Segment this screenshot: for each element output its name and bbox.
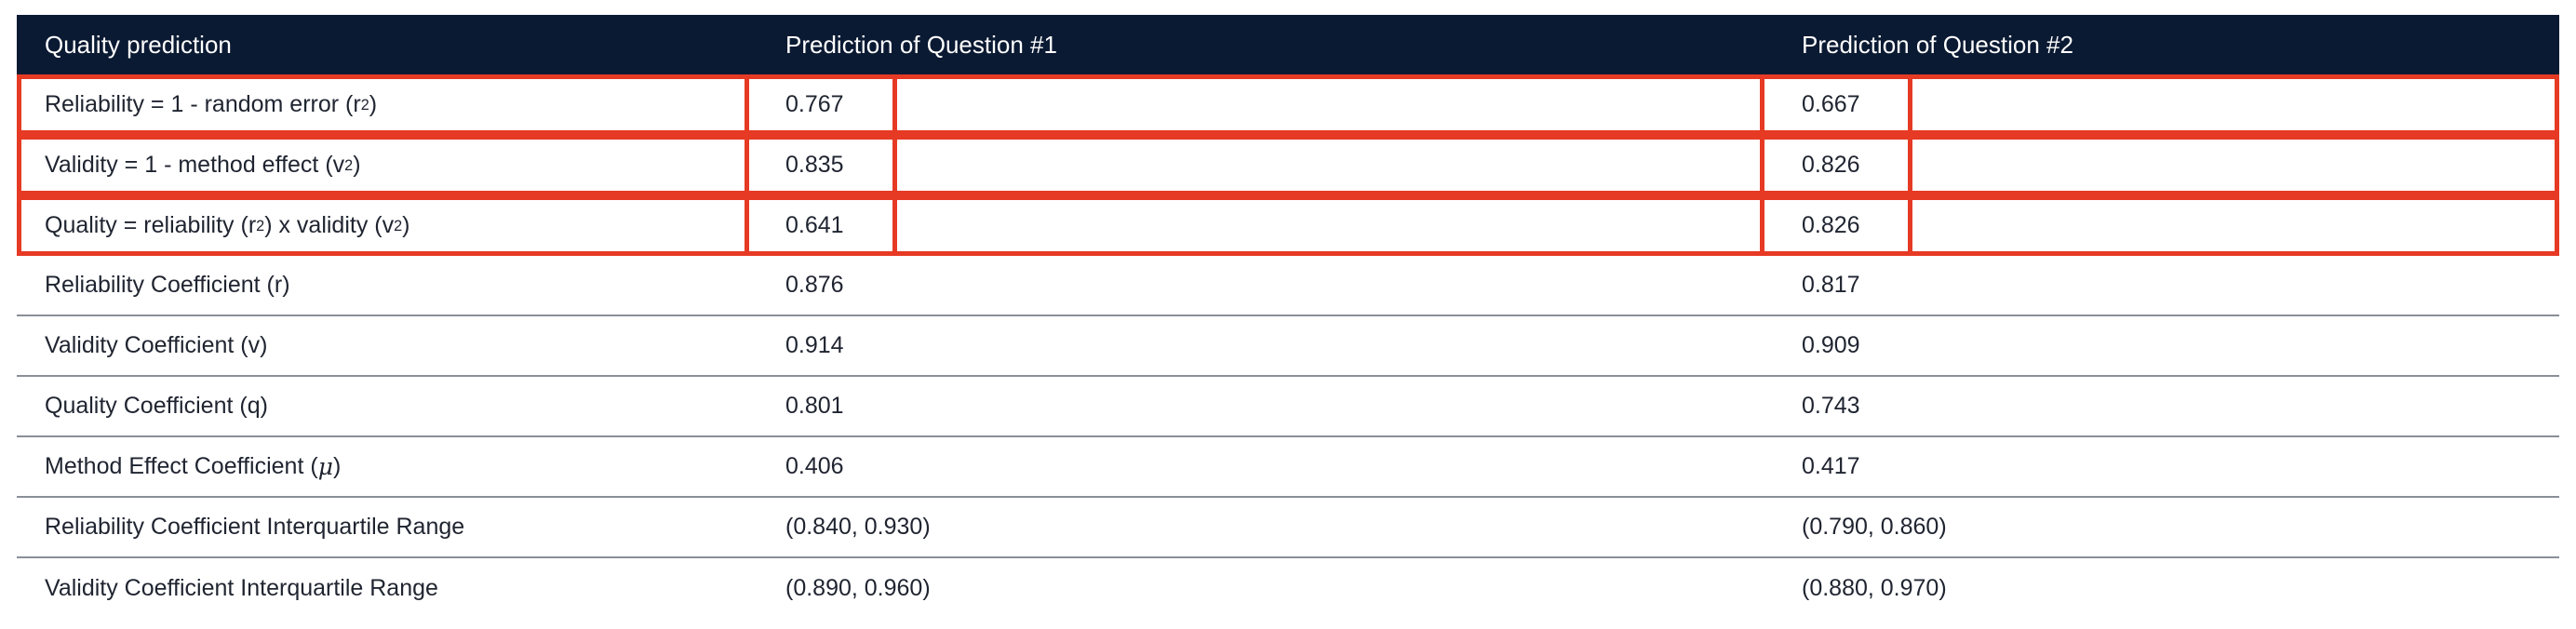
table-header: Quality prediction Prediction of Questio… [17,15,2559,74]
q2-value: 0.743 [1802,393,1860,419]
q1-value: 0.835 [785,152,844,178]
q1-value: 0.406 [785,453,844,479]
row-label: Quality = reliability (r 2) x validity (v… [45,212,410,238]
q1-value: (0.890, 0.960) [785,575,931,601]
q2-value: 0.826 [1802,212,1860,238]
row-label: Reliability Coefficient (r) [45,272,290,298]
highlight-outline [17,74,2559,135]
table-row-reliability: Reliability = 1 - random error (r 2) 0.76… [17,74,2559,135]
row-label: Reliability Coefficient Interquartile Ra… [45,514,465,540]
header-quality-prediction: Quality prediction [45,30,232,59]
q2-value: 0.667 [1802,91,1860,117]
q1-value: 0.641 [785,212,844,238]
q1-value: 0.801 [785,393,844,419]
q2-value: 0.826 [1802,152,1860,178]
q1-value: 0.876 [785,272,844,298]
q1-value: 0.767 [785,91,844,117]
row-label: Validity Coefficient (v) [45,332,268,358]
table-row-reliability-iqr: Reliability Coefficient Interquartile Ra… [17,498,2559,558]
table-row-validity-iqr: Validity Coefficient Interquartile Range… [17,558,2559,619]
highlight-outline [17,135,2559,195]
table-row-method-effect-coefficient: Method Effect Coefficient (μ) 0.406 0.41… [17,437,2559,498]
q2-value: 0.909 [1802,332,1860,358]
table-row-validity-coefficient: Validity Coefficient (v) 0.914 0.909 [17,316,2559,377]
quality-prediction-table: Quality prediction Prediction of Questio… [17,15,2559,619]
row-label: Reliability = 1 - random error (r 2) [45,91,378,117]
row-label: Method Effect Coefficient (μ) [45,453,342,480]
q2-value: (0.880, 0.970) [1802,575,1947,601]
header-question-2: Prediction of Question #2 [1802,30,2073,59]
row-label: Validity = 1 - method effect (v 2) [45,152,361,178]
table-row-validity: Validity = 1 - method effect (v 2) 0.835 … [17,135,2559,195]
table-row-quality-coefficient: Quality Coefficient (q) 0.801 0.743 [17,377,2559,437]
header-question-1: Prediction of Question #1 [785,30,1057,59]
table-row-reliability-coefficient: Reliability Coefficient (r) 0.876 0.817 [17,256,2559,316]
q1-value: 0.914 [785,332,844,358]
q2-value: 0.817 [1802,272,1860,298]
q2-value: 0.417 [1802,453,1860,479]
q2-value: (0.790, 0.860) [1802,514,1947,540]
table-row-quality: Quality = reliability (r 2) x validity (v… [17,195,2559,256]
row-label: Validity Coefficient Interquartile Range [45,575,438,601]
q1-value: (0.840, 0.930) [785,514,931,540]
row-label: Quality Coefficient (q) [45,393,268,419]
mu-symbol: μ [317,453,333,480]
